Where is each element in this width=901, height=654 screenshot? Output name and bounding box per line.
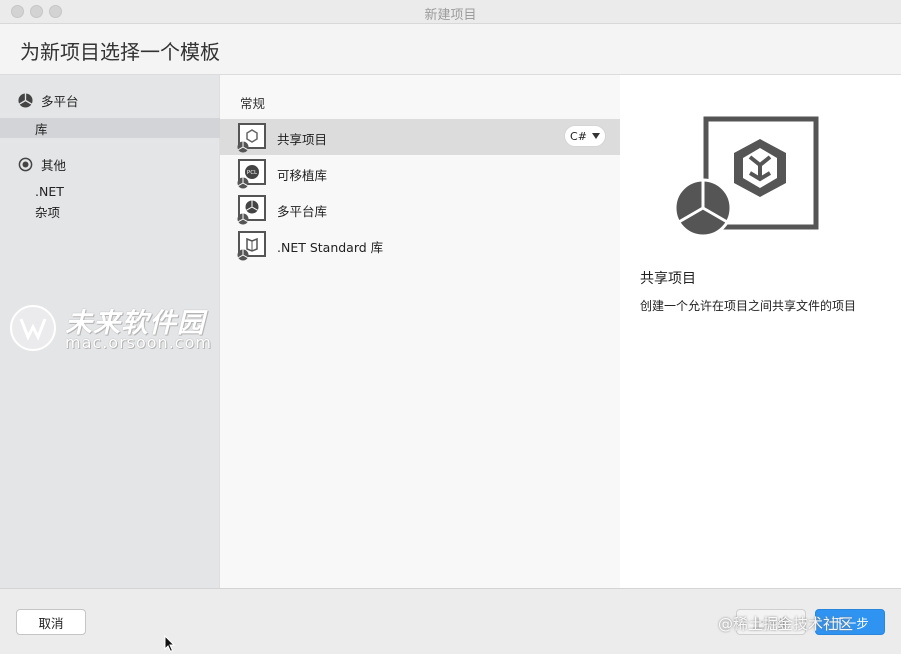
target-icon xyxy=(18,157,33,172)
watermark-url: mac.orsoon.com xyxy=(65,333,212,352)
sidebar-item-library[interactable]: 库 xyxy=(0,118,220,138)
template-shared-project[interactable]: 共享项目 C# xyxy=(220,119,620,155)
watermark: 未来软件园 mac.orsoon.com xyxy=(10,301,212,357)
sidebar-category-label: 其他 xyxy=(41,157,67,173)
template-list: 常规 共享项目 C# PCL 可移植库 多平台库 .NET Standard 库 xyxy=(220,75,620,588)
dialog-footer: 取消 上一步 下一步 @稀土掘金技术社区 xyxy=(0,588,901,654)
sidebar-category-multiplatform[interactable]: 多平台 xyxy=(18,90,79,110)
template-name: 可移植库 xyxy=(277,168,328,183)
sidebar-item-misc[interactable]: 杂项 xyxy=(0,201,220,221)
category-sidebar: 多平台 库 其他 .NET 杂项 未来软件园 mac.orsoon.com xyxy=(0,75,220,588)
watermark-logo-icon xyxy=(10,305,56,351)
detail-title: 共享项目 xyxy=(640,271,696,287)
sidebar-category-other[interactable]: 其他 xyxy=(18,154,66,174)
net-standard-library-icon xyxy=(236,231,266,261)
window-title: 新建项目 xyxy=(424,8,477,23)
shared-project-large-icon xyxy=(672,115,842,240)
template-detail-pane: 共享项目 创建一个允许在项目之间共享文件的项目 xyxy=(620,75,901,588)
mouse-cursor-icon xyxy=(164,635,176,653)
template-name: .NET Standard 库 xyxy=(277,240,384,255)
template-portable-library[interactable]: PCL 可移植库 xyxy=(220,155,620,191)
portable-library-icon: PCL xyxy=(236,159,266,189)
detail-description: 创建一个允许在项目之间共享文件的项目 xyxy=(640,299,857,313)
window-titlebar: 新建项目 xyxy=(0,0,901,24)
page-title: 为新项目选择一个模板 xyxy=(20,40,220,64)
multiplatform-library-icon xyxy=(236,195,266,225)
shared-project-icon xyxy=(236,123,266,153)
sidebar-category-label: 多平台 xyxy=(41,93,79,109)
template-group-label: 常规 xyxy=(240,96,266,111)
language-select[interactable]: C# xyxy=(564,125,606,147)
multiplatform-icon xyxy=(18,92,33,108)
language-select-value: C# xyxy=(570,129,587,143)
cancel-button[interactable]: 取消 xyxy=(16,609,86,635)
svg-text:PCL: PCL xyxy=(247,170,258,176)
sidebar-item-dotnet[interactable]: .NET xyxy=(0,181,220,201)
credit-watermark: @稀土掘金技术社区 xyxy=(718,615,854,633)
template-name: 共享项目 xyxy=(277,132,328,147)
template-multiplatform-library[interactable]: 多平台库 xyxy=(220,191,620,227)
template-name: 多平台库 xyxy=(277,204,328,219)
chevron-down-icon xyxy=(591,133,600,139)
dialog-header: 为新项目选择一个模板 xyxy=(0,24,901,75)
template-net-standard-library[interactable]: .NET Standard 库 xyxy=(220,227,620,263)
